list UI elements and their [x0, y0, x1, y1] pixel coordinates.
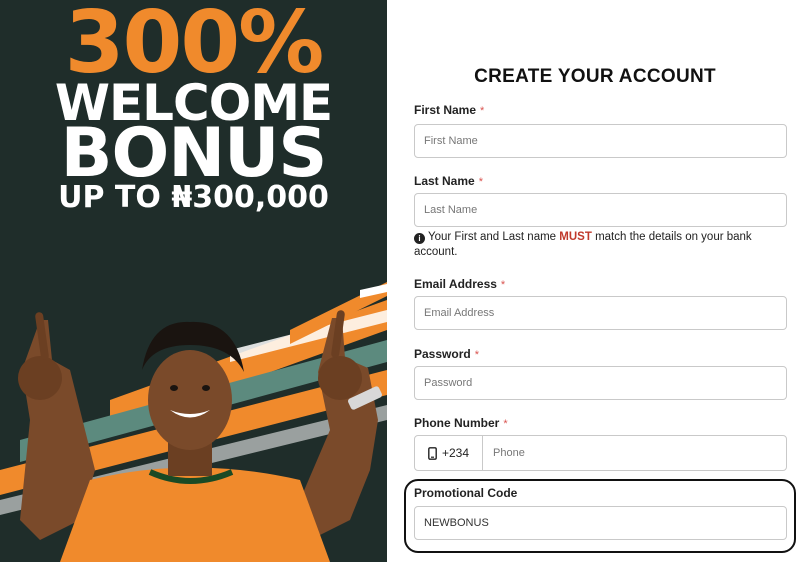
phone-input[interactable] — [483, 436, 786, 470]
password-label: Password * — [414, 347, 479, 361]
required-marker: * — [503, 418, 508, 430]
country-code-prefix: +234 — [415, 436, 483, 470]
required-marker: * — [480, 105, 485, 117]
first-name-label-text: First Name — [414, 103, 477, 117]
email-input[interactable] — [414, 296, 787, 330]
notice-emphasis: MUST — [559, 231, 592, 243]
password-label-text: Password — [414, 347, 471, 361]
mobile-phone-icon — [428, 446, 437, 460]
email-label: Email Address * — [414, 277, 505, 291]
phone-label-text: Phone Number — [414, 416, 500, 430]
required-marker: * — [500, 279, 506, 291]
info-icon: i — [414, 233, 425, 244]
first-name-label: First Name * — [414, 103, 484, 117]
last-name-label-text: Last Name — [414, 174, 475, 188]
last-name-input[interactable] — [414, 193, 787, 227]
form-title: CREATE YOUR ACCOUNT — [474, 66, 716, 87]
required-marker: * — [474, 349, 479, 361]
phone-field-group: +234 — [414, 435, 787, 471]
required-marker: * — [478, 176, 483, 188]
registration-form: CREATE YOUR ACCOUNT First Name* Last Nam… — [405, 0, 800, 562]
last-name-label: Last Name * — [414, 174, 483, 188]
notice-text-before: Your First and Last name — [428, 231, 557, 243]
name-match-notice: i Your First and Last name MUST match the… — [414, 230, 784, 260]
promo-code-highlight — [404, 479, 796, 553]
promo-banner: 300% WELCOME BONUS UP TO ₦300,000 — [0, 0, 387, 562]
phone-label: Phone Number * — [414, 416, 508, 430]
email-label-text: Email Address — [414, 277, 497, 291]
country-code: +234 — [441, 446, 470, 460]
bonus-amount: UP TO ₦300,000 — [58, 180, 329, 215]
first-name-input[interactable] — [414, 124, 787, 158]
password-input[interactable] — [414, 366, 787, 400]
